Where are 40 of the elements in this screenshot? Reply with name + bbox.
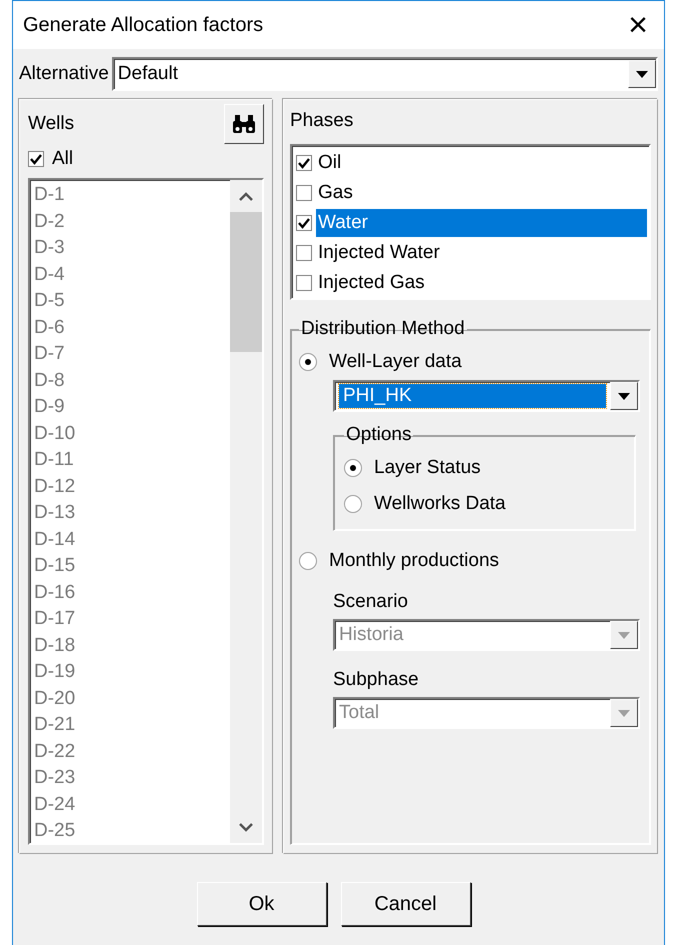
option-label: Layer Status [374, 457, 481, 479]
scroll-down-icon[interactable] [239, 822, 253, 832]
alternative-label: Alternative [19, 63, 109, 85]
checkbox[interactable] [296, 215, 312, 231]
close-button[interactable]: × [622, 8, 654, 42]
group-title: Options [345, 424, 412, 446]
cancel-button[interactable]: Cancel [340, 882, 470, 926]
group-title: Distribution Method [300, 318, 466, 340]
binoculars-icon[interactable] [224, 104, 264, 144]
checkbox[interactable] [296, 245, 312, 261]
phase-item[interactable]: Injected Gas [316, 269, 647, 297]
scroll-up-icon[interactable] [239, 192, 253, 200]
phase-item[interactable]: Gas [316, 179, 647, 207]
radio-button[interactable] [344, 495, 362, 513]
scenario-label: Scenario [333, 591, 408, 613]
radio-button[interactable] [344, 459, 362, 477]
checkbox[interactable] [296, 275, 312, 291]
checkbox[interactable] [296, 155, 312, 171]
window-title: Generate Allocation factors [23, 14, 264, 36]
checkbox[interactable] [28, 151, 44, 167]
phase-item[interactable]: Oil [316, 149, 647, 177]
option-label: Wellworks Data [374, 493, 506, 515]
alternative-dropdown[interactable]: Default [112, 57, 658, 91]
radio-button[interactable] [299, 552, 317, 570]
wells-label: Wells [28, 113, 74, 135]
well-layer-label: Well-Layer data [329, 351, 462, 373]
dropdown-arrow-icon[interactable] [618, 392, 630, 400]
monthly-productions-label: Monthly productions [329, 550, 500, 572]
phase-item[interactable]: Water [316, 209, 647, 237]
subphase-label: Subphase [333, 669, 419, 691]
radio-button[interactable] [299, 353, 317, 371]
dropdown-arrow-icon[interactable] [636, 70, 648, 78]
scrollbar[interactable] [230, 180, 262, 843]
ok-button[interactable]: Ok [196, 882, 326, 926]
phases-label: Phases [290, 110, 354, 132]
well-layer-dropdown[interactable]: PHI_HK [333, 380, 640, 412]
checkbox[interactable] [296, 185, 312, 201]
all-label: All [52, 148, 74, 170]
phase-item[interactable]: Injected Water [316, 239, 647, 267]
scroll-thumb[interactable] [230, 212, 262, 352]
